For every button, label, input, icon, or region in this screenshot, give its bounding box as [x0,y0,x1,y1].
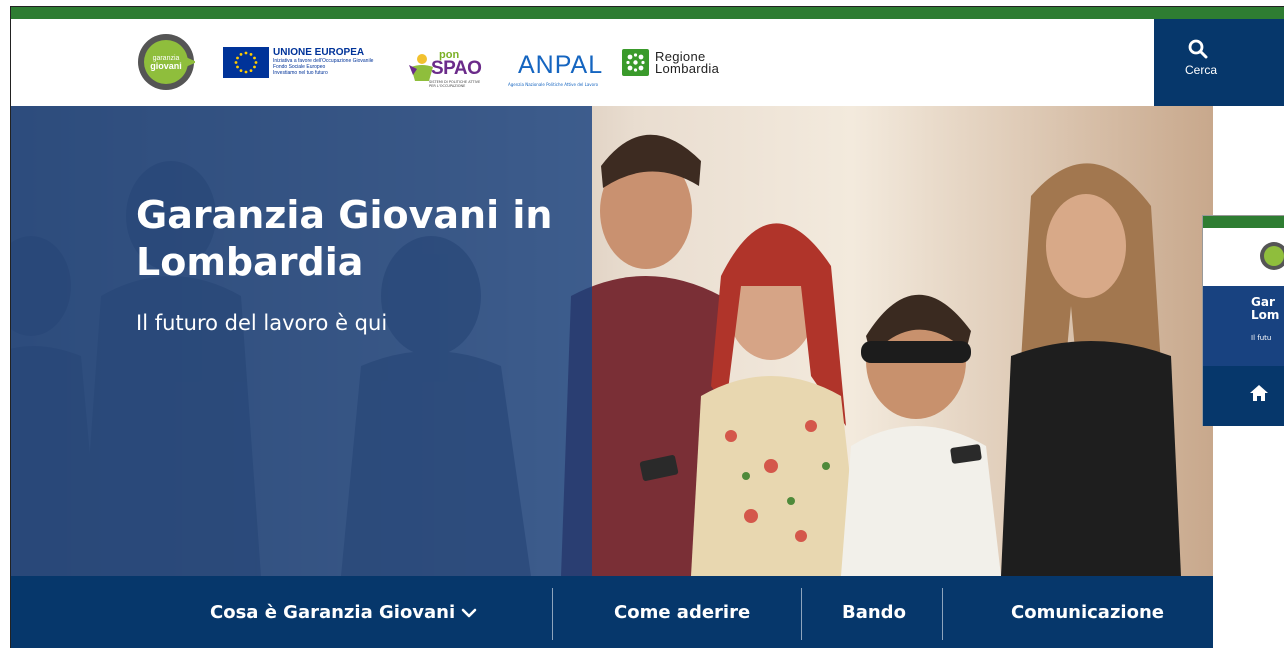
nav-item-cosa-e-garanzia-giovani[interactable]: Cosa è Garanzia Giovani [210,576,477,648]
thumb-green-bar [1203,216,1284,228]
thumb-nav [1203,366,1284,426]
nav-item-label: Cosa è Garanzia Giovani [210,601,456,623]
nav-item-label: Bando [842,601,906,623]
hero-title: Garanzia Giovani in Lombardia [136,193,553,284]
search-button[interactable]: Cerca [1154,19,1284,106]
regione-line2: Lombardia [655,60,720,76]
nav-separator [942,588,943,640]
thumb-logo-icon [1260,242,1284,270]
nav-separator [552,588,553,640]
hero-overlay [11,106,592,576]
chevron-down-icon [461,608,477,618]
eu-title: UNIONE EUROPEA [273,47,365,58]
anpal-logo[interactable]: ANPAL Agenzia Nazionale Politiche Attive… [508,49,612,93]
browser-viewport: garanzia giovani UNIONE EUROPEA Iniziati [10,6,1284,648]
thumb-hero: Gar Lom Il futu [1203,286,1284,366]
nav-item-comunicazione[interactable]: Comunicazione [1011,576,1164,648]
home-icon[interactable] [1249,384,1269,402]
thumb-subtitle: Il futu [1251,334,1272,342]
anpal-subtitle: Agenzia Nazionale Politiche Attive del L… [508,82,599,87]
eu-flag-icon [223,47,269,78]
hero-subtitle: Il futuro del lavoro è qui [136,311,388,335]
nav-item-label: Come aderire [614,601,751,623]
search-icon [1188,39,1208,59]
nav-item-come-aderire[interactable]: Come aderire [614,576,750,648]
anpal-word: ANPAL [518,51,604,79]
thumb-header [1203,228,1284,286]
eu-line3: Investiamo nel tuo futuro [273,70,328,76]
nav-item-label: Comunicazione [1011,601,1164,623]
search-label: Cerca [1185,63,1218,77]
rosa-camuna-icon [622,49,649,76]
top-green-bar [11,7,1284,19]
unione-europea-logo[interactable]: UNIONE EUROPEA Iniziativa a favore dell'… [223,47,385,78]
nav-separator [801,588,802,640]
gg-logo-line2: giovani [150,61,182,71]
nav-item-bando[interactable]: Bando [842,576,906,648]
hero-banner: Garanzia Giovani in Lombardia Il futuro … [11,106,1213,576]
garanzia-giovani-logo[interactable]: garanzia giovani [137,33,197,91]
mobile-preview-thumbnail: Gar Lom Il futu [1202,215,1284,426]
pon-big-text: SPAO [431,58,482,79]
regione-lombardia-logo[interactable]: Regione Lombardia [622,49,719,76]
main-navigation: Cosa è Garanzia Giovani Come aderire Ban… [11,576,1213,648]
thumb-title: Gar Lom [1251,295,1280,322]
pon-tiny-text: SISTEMI DI POLITICHE ATTIVE PER L'OCCUPA… [429,80,481,88]
site-header: garanzia giovani UNIONE EUROPEA Iniziati [11,19,1154,106]
pon-spao-logo[interactable]: pon SPAO SISTEMI DI POLITICHE ATTIVE PER… [409,49,485,89]
